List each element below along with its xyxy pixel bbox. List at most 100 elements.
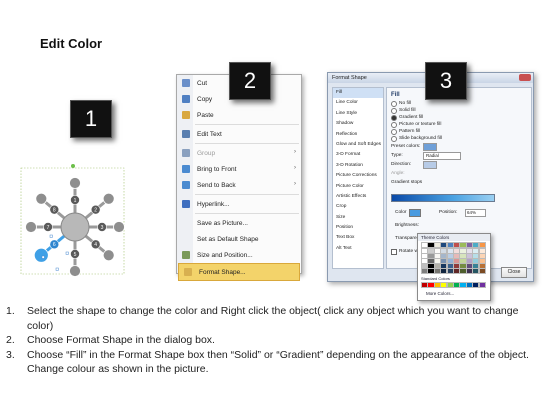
category-3-d-format[interactable]: 3-D Format [333, 150, 383, 160]
menu-item-set-as-default-shape[interactable]: Set as Default Shape [177, 231, 301, 247]
instruction-number: 1. [6, 305, 15, 317]
category-picture-corrections[interactable]: Picture Corrections [333, 171, 383, 181]
fill-option-label: Pattern fill [399, 129, 421, 134]
close-icon[interactable] [519, 74, 531, 81]
send-back-icon [182, 181, 190, 189]
category-artistic-effects[interactable]: Artistic Effects [333, 192, 383, 202]
fill-option-label: Picture or texture fill [399, 122, 442, 127]
node-label: 2 [94, 207, 97, 213]
instruction-number: 2. [6, 334, 15, 347]
resize-handle[interactable] [41, 255, 45, 259]
submenu-arrow-icon: › [294, 165, 296, 171]
category-fill[interactable]: Fill [333, 88, 383, 99]
gradient-bar[interactable] [391, 194, 495, 202]
category-size[interactable]: Size [333, 213, 383, 223]
step-badge-1: 1 [70, 100, 112, 138]
menu-item-label: Set as Default Shape [197, 235, 259, 243]
more-colors-link[interactable]: More Colors... [426, 291, 454, 296]
menu-item-bring-to-front[interactable]: Bring to Front › [177, 161, 301, 177]
menu-separator [195, 124, 299, 125]
submenu-arrow-icon: › [294, 149, 296, 155]
outer-node[interactable] [69, 177, 81, 189]
menu-item-label: Save as Picture... [197, 219, 248, 227]
resize-handle[interactable] [55, 267, 59, 271]
menu-separator [195, 143, 299, 144]
menu-item-save-as-picture[interactable]: Save as Picture... [177, 215, 301, 231]
angle-label: Angle: [391, 171, 405, 176]
category-line-style[interactable]: Line Style [333, 109, 383, 119]
brightness-label: Brightness: [395, 223, 419, 228]
menu-item-size-and-position[interactable]: Size and Position... [177, 247, 301, 263]
menu-item-hyperlink[interactable]: Hyperlink... [177, 196, 301, 212]
scissors-icon [182, 79, 190, 87]
category-crop[interactable]: Crop [333, 202, 383, 212]
category-picture-color[interactable]: Picture Color [333, 182, 383, 192]
menu-item-label: Size and Position... [197, 251, 253, 259]
category-alt-text[interactable]: Alt Text [333, 244, 383, 254]
instruction-item: 3. Choose “Fill” in the Format Shape box … [6, 348, 546, 377]
outer-node[interactable] [35, 192, 48, 205]
fill-option-slide-background-fill[interactable]: Slide background fill [387, 135, 531, 142]
menu-item-label: Hyperlink... [197, 200, 230, 208]
context-menu: Cut Copy Paste Edit Text Group › Bring to Fron… [176, 74, 302, 281]
fill-option-gradient-fill[interactable]: Gradient fill [387, 114, 531, 121]
menu-item-group[interactable]: Group › [177, 145, 301, 161]
menu-item-edit-text[interactable]: Edit Text [177, 126, 301, 142]
menu-item-label: Bring to Front [197, 165, 237, 173]
instruction-text: Choose “Fill” in the Format Shape box th… [27, 348, 529, 376]
category-glow-and-soft-edges[interactable]: Glow and Soft Edges [333, 140, 383, 150]
menu-item-format-shape[interactable]: Format Shape... [178, 263, 300, 281]
category-position[interactable]: Position [333, 223, 383, 233]
close-button[interactable]: Close [501, 267, 527, 278]
standard-color-swatch[interactable] [478, 282, 486, 289]
instruction-text: Select the shape to change the color and… [27, 305, 519, 332]
fill-option-picture-or-texture-fill[interactable]: Picture or texture fill [387, 121, 531, 128]
instructions-list: 1. Select the shape to change the color a… [6, 304, 546, 377]
hub-diagram[interactable]: 1 2 3 4 5 6 7 8 [20, 160, 140, 280]
center-node[interactable] [60, 212, 90, 242]
type-row: Type: Radial [387, 151, 531, 160]
category-text-box[interactable]: Text Box [333, 233, 383, 243]
category-reflection[interactable]: Reflection [333, 130, 383, 140]
menu-item-paste[interactable]: Paste [177, 107, 301, 123]
outer-node[interactable] [33, 247, 49, 263]
rotate-handle[interactable] [71, 164, 75, 168]
node-label: 5 [74, 252, 77, 258]
menu-item-label: Copy [197, 95, 213, 103]
brightness-row: Brightness: [391, 221, 419, 230]
color-label: Color [395, 210, 407, 215]
menu-item-send-to-back[interactable]: Send to Back › [177, 177, 301, 193]
outer-node[interactable] [102, 192, 115, 205]
resize-handle[interactable] [49, 234, 53, 238]
category-list: Fill Line Color Line Style Shadow Reflection… [332, 87, 384, 269]
category-3-d-rotation[interactable]: 3-D Rotation [333, 161, 383, 171]
category-line-color[interactable]: Line Color [333, 98, 383, 108]
menu-item-label: Send to Back [197, 181, 236, 189]
fill-option-pattern-fill[interactable]: Pattern fill [387, 128, 531, 135]
fill-option-solid-fill[interactable]: Solid fill [387, 107, 531, 114]
direction-dropdown[interactable] [423, 161, 437, 169]
resize-handle[interactable] [65, 251, 69, 255]
outer-node[interactable] [113, 221, 125, 233]
fill-option-no-fill[interactable]: No fill [387, 100, 531, 107]
outer-node[interactable] [69, 265, 81, 277]
category-shadow[interactable]: Shadow [333, 119, 383, 129]
node-label: 8 [53, 207, 56, 213]
submenu-arrow-icon: › [294, 181, 296, 187]
type-dropdown[interactable]: Radial [423, 152, 461, 160]
instruction-text: Choose Format Shape in the dialog box. [27, 334, 215, 347]
step-badge-2: 2 [229, 62, 271, 100]
type-label: Type: [391, 153, 403, 158]
preset-dropdown[interactable] [423, 143, 437, 151]
instruction-number: 3. [6, 348, 15, 361]
menu-separator [195, 213, 299, 214]
color-swatch[interactable] [478, 268, 486, 275]
color-button[interactable] [409, 209, 421, 217]
outer-node[interactable] [102, 249, 115, 262]
position-input[interactable]: 64% [465, 209, 486, 217]
rotate-checkbox[interactable] [391, 249, 397, 255]
theme-colors-label: Theme Colors [418, 234, 490, 241]
fill-option-label: Solid fill [399, 108, 416, 113]
outer-node[interactable] [25, 221, 37, 233]
preset-label: Preset colors: [391, 144, 421, 149]
